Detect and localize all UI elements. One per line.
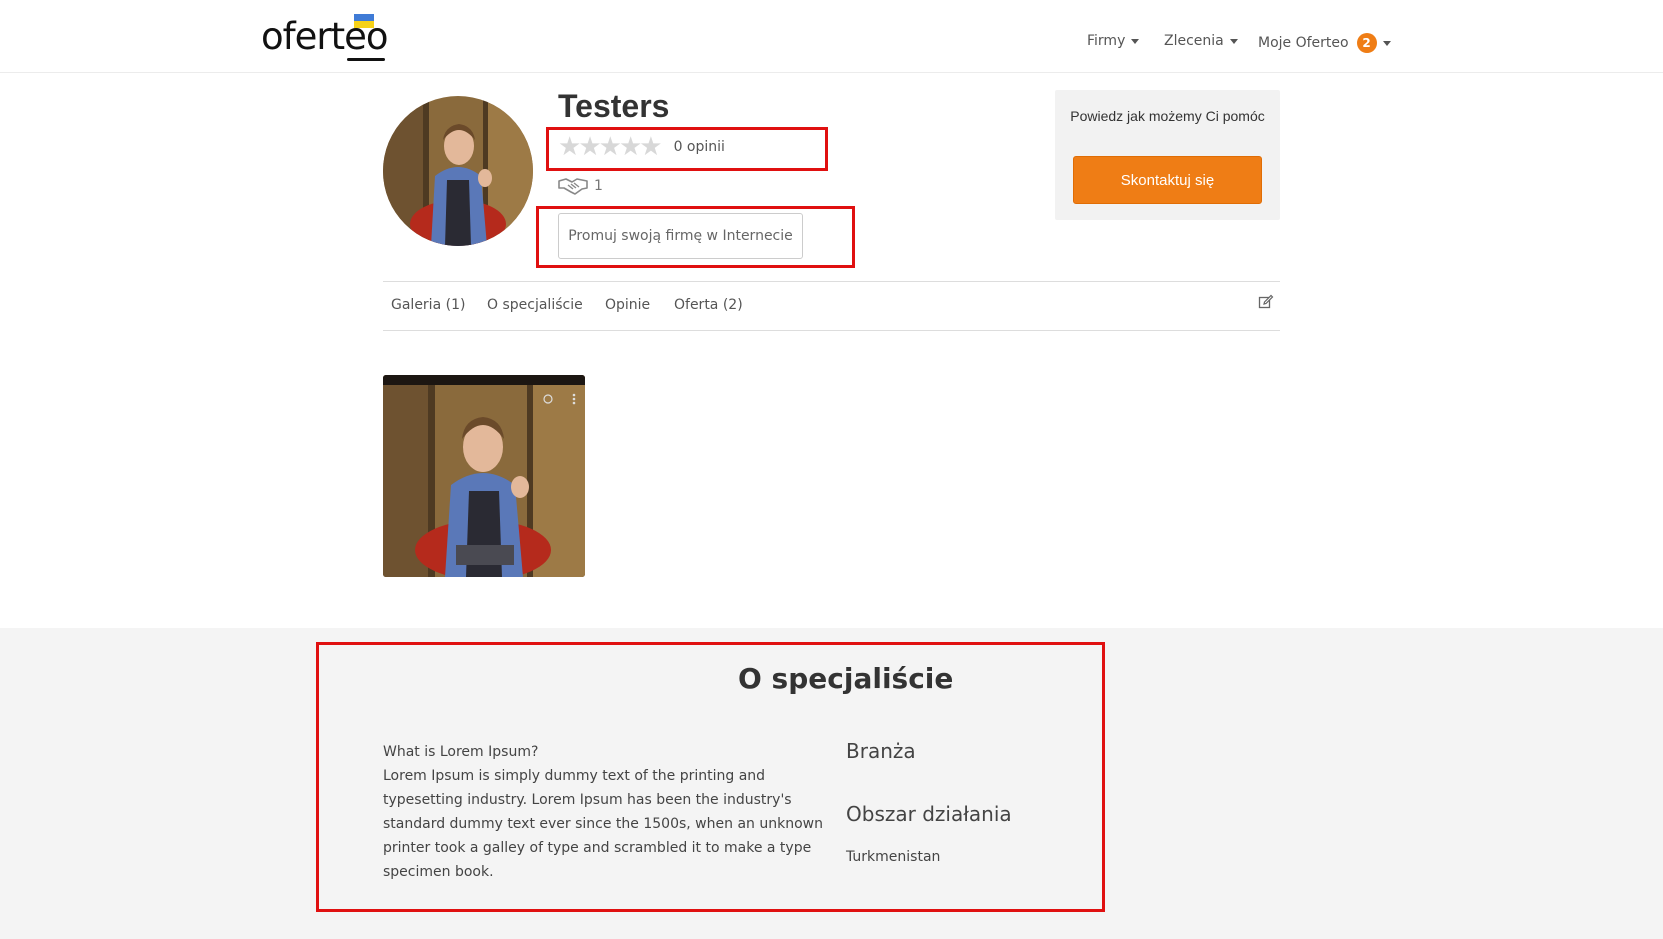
logo-underline [347, 58, 385, 61]
oferteo-logo[interactable]: oferteo [261, 14, 389, 64]
contact-button[interactable]: Skontaktuj się [1073, 156, 1262, 204]
notification-badge: 2 [1356, 33, 1377, 53]
gallery-image[interactable] [383, 375, 585, 577]
tab-o-specjaliscie[interactable]: O specjaliście [487, 297, 583, 313]
tab-opinie[interactable]: Opinie [605, 297, 650, 313]
nav-moje-oferteo-dropdown[interactable]: Moje Oferteo 2 [1258, 33, 1391, 53]
profile-tabs: Galeria (1) O specjaliście Opinie Oferta… [383, 281, 1280, 331]
tab-oferta[interactable]: Oferta (2) [674, 297, 743, 313]
caret-down-icon [1229, 38, 1238, 44]
deals-row: 1 [558, 176, 603, 196]
company-avatar [383, 96, 533, 246]
company-name: Testers [558, 88, 670, 124]
help-card: Powiedz jak możemy Ci pomóc Skontaktuj s… [1055, 90, 1280, 220]
caret-down-icon [1382, 40, 1391, 46]
logo-text: oferteo [261, 15, 389, 58]
nav-zlecenia-dropdown[interactable]: Zlecenia [1164, 33, 1238, 49]
nav-firmy-dropdown[interactable]: Firmy [1087, 33, 1140, 49]
nav-firmy-label: Firmy [1087, 33, 1126, 49]
nav-zlecenia-label: Zlecenia [1164, 33, 1224, 49]
top-navbar: oferteo Firmy Zlecenia Moje Oferteo 2 [0, 0, 1663, 73]
highlight-box-promo [536, 206, 855, 268]
tab-galeria[interactable]: Galeria (1) [391, 297, 465, 313]
edit-icon[interactable] [1258, 294, 1274, 310]
caret-down-icon [1131, 38, 1140, 44]
nav-moje-oferteo-label: Moje Oferteo [1258, 35, 1349, 51]
highlight-box-about [316, 642, 1105, 912]
help-card-text: Powiedz jak możemy Ci pomóc [1070, 108, 1265, 124]
deals-count: 1 [594, 178, 603, 194]
handshake-icon [558, 178, 588, 195]
highlight-box-rating [546, 127, 828, 171]
